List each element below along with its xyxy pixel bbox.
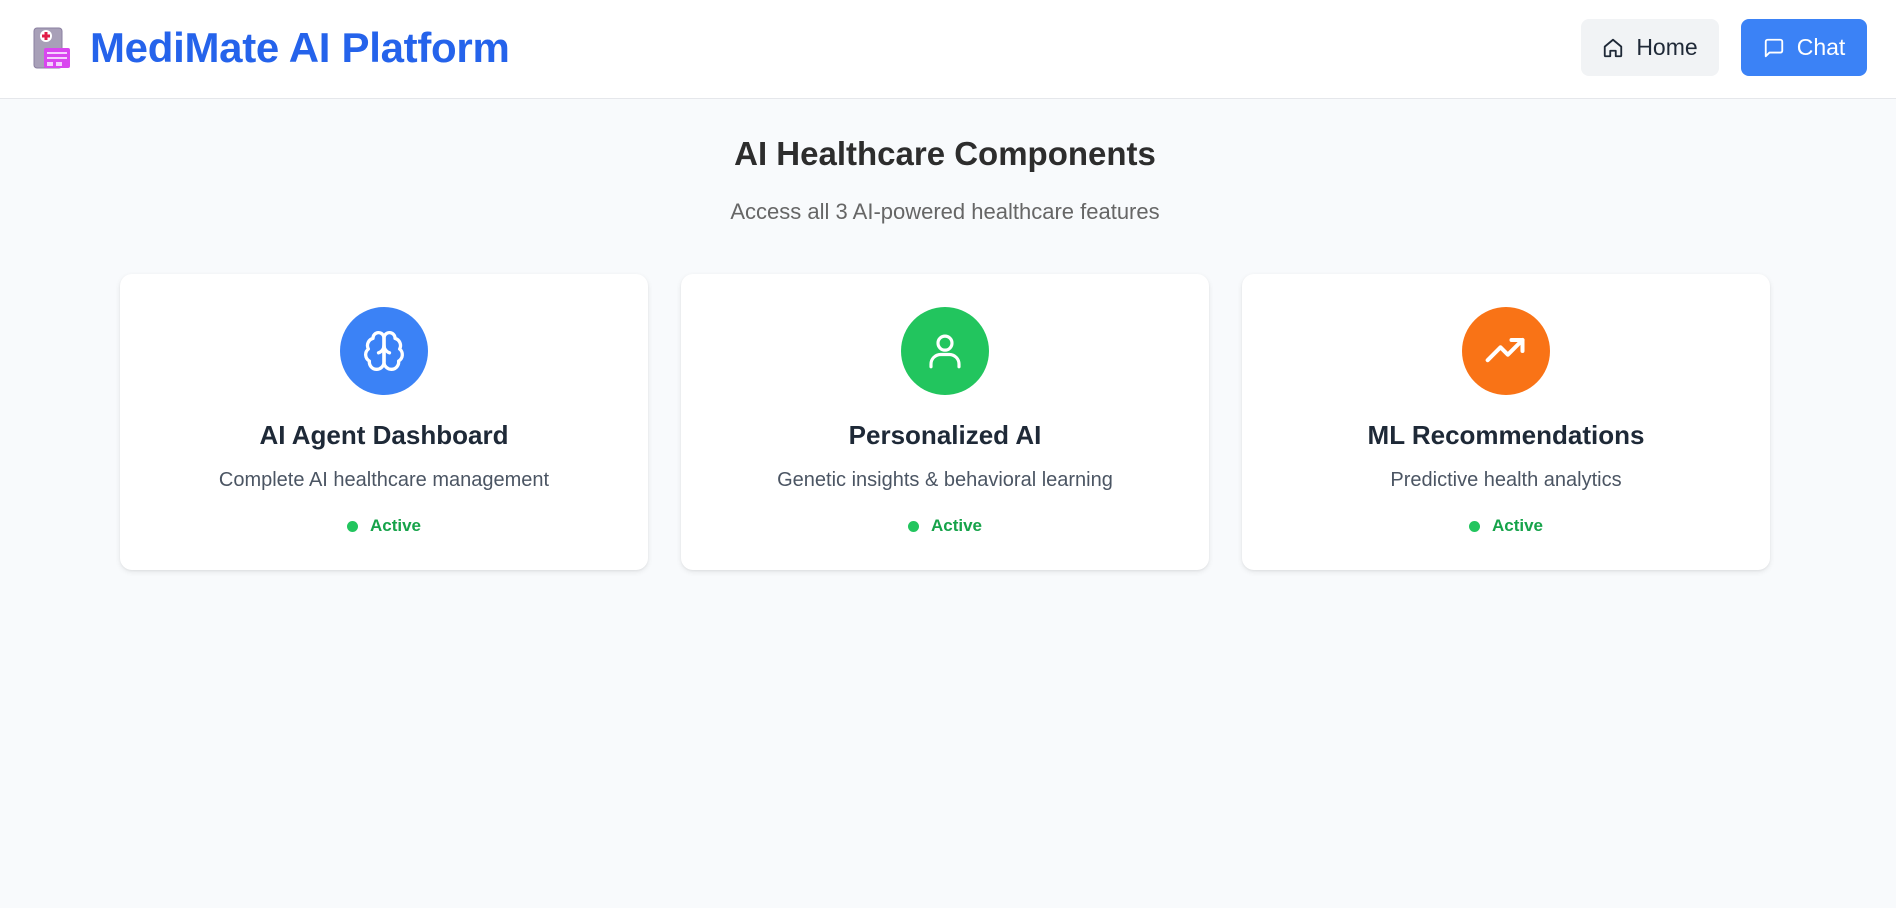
chat-button[interactable]: Chat: [1741, 19, 1867, 76]
status-dot: [907, 520, 919, 532]
brand-title: MediMate AI Platform: [90, 24, 510, 71]
status-label: Active: [369, 516, 422, 535]
card-ml-recommendations[interactable]: ML Recommendations Predictive health ana…: [1242, 274, 1770, 570]
status-badge: Active: [1242, 516, 1770, 536]
page-subtitle: Access all 3 AI-powered healthcare featu…: [730, 199, 1160, 224]
card-description: Complete AI healthcare management: [218, 469, 550, 491]
status-badge: Active: [120, 516, 648, 536]
hospital-icon: [33, 27, 70, 69]
home-button-label: Home: [1636, 34, 1698, 60]
trending-up-icon: [1485, 337, 1525, 363]
chat-button-label: Chat: [1796, 34, 1846, 60]
status-dot: [1468, 520, 1480, 532]
card-icon-circle: [340, 307, 428, 395]
brain-icon: [364, 331, 404, 371]
status-dot: [346, 520, 358, 532]
status-label: Active: [930, 516, 983, 535]
chat-icon: [1764, 38, 1783, 57]
card-title: AI Agent Dashboard: [259, 420, 509, 450]
card-description: Predictive health analytics: [1390, 469, 1622, 491]
page-title: AI Healthcare Components: [734, 135, 1156, 172]
card-icon-circle: [901, 307, 989, 395]
card-title: ML Recommendations: [1367, 420, 1645, 450]
card-ai-agent-dashboard[interactable]: AI Agent Dashboard Complete AI healthcar…: [120, 274, 648, 570]
status-label: Active: [1491, 516, 1544, 535]
status-badge: Active: [681, 516, 1209, 536]
home-icon: [1604, 38, 1623, 57]
top-header: MediMate AI Platform Home Chat: [0, 0, 1896, 99]
home-button[interactable]: Home: [1581, 19, 1719, 76]
card-icon-circle: [1462, 307, 1550, 395]
card-title: Personalized AI: [848, 420, 1042, 450]
user-icon: [929, 334, 961, 369]
brand[interactable]: MediMate AI Platform: [32, 22, 510, 74]
card-personalized-ai[interactable]: Personalized AI Genetic insights & behav…: [681, 274, 1209, 570]
card-description: Genetic insights & behavioral learning: [777, 469, 1113, 491]
